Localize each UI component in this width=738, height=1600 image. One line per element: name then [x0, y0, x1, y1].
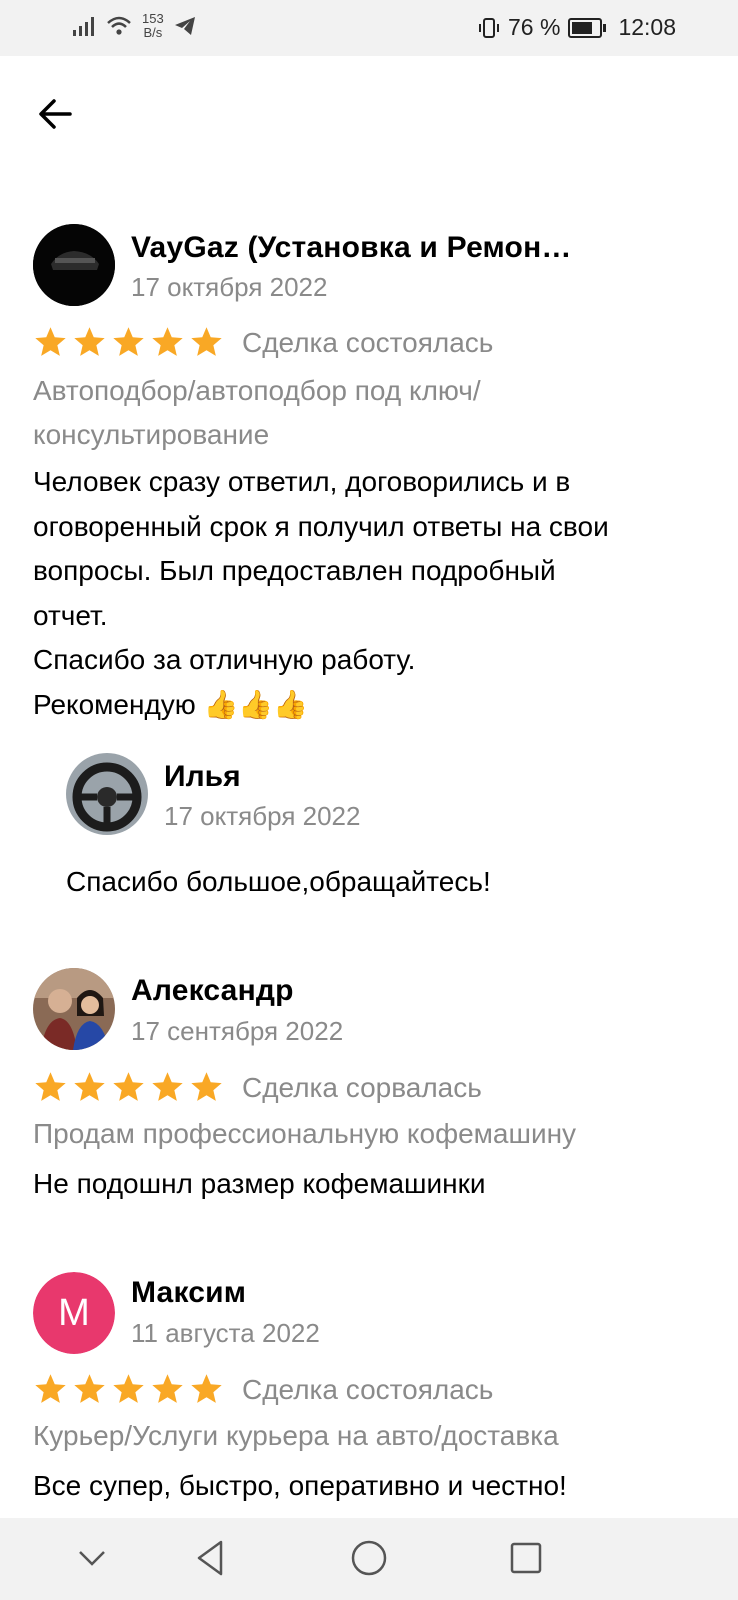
network-speed: 153 B/s	[142, 11, 164, 40]
review-text: Человек сразу ответил, договорились и в …	[33, 466, 609, 720]
recents-square-icon	[510, 1542, 542, 1574]
star-icon	[35, 327, 66, 356]
reply-text: Спасибо большое,обращайтесь!	[66, 866, 491, 897]
nav-home-button[interactable]	[347, 1536, 391, 1580]
star-icon	[74, 1072, 105, 1101]
star-icon	[152, 1374, 183, 1403]
nav-back-button[interactable]	[189, 1536, 233, 1580]
star-icon	[113, 1072, 144, 1101]
battery-icon	[568, 17, 607, 38]
hide-keyboard-button[interactable]	[70, 1536, 114, 1580]
deal-status: Сделка состоялась	[242, 326, 494, 358]
star-icon	[113, 1374, 144, 1403]
reply-avatar[interactable]	[66, 753, 148, 835]
vibrate-icon	[479, 17, 499, 38]
review-date: 17 сентября 2022	[131, 1016, 344, 1046]
review-category: Курьер/Услуги курьера на авто/доставка	[33, 1420, 559, 1451]
review-author: Александр	[131, 974, 294, 1007]
star-icon	[113, 327, 144, 356]
back-button[interactable]	[34, 92, 78, 136]
wifi-icon	[107, 16, 131, 35]
star-icon	[35, 1072, 66, 1101]
avatar-letter: М	[58, 1291, 90, 1334]
arrow-left-icon	[39, 99, 72, 129]
star-icon	[191, 1072, 222, 1101]
star-icon	[152, 1072, 183, 1101]
star-icon	[152, 327, 183, 356]
star-rating	[33, 1070, 224, 1105]
review-text: Все супер, быстро, оперативно и честно!	[33, 1470, 567, 1501]
review-author: VayGaz (Установка и Ремон…	[131, 231, 572, 264]
nav-recents-button[interactable]	[504, 1536, 548, 1580]
review-category: Продам профессиональную кофемашину	[33, 1118, 577, 1149]
battery-percent: 76 %	[508, 14, 561, 40]
clock: 12:08	[618, 14, 676, 40]
avatar[interactable]	[33, 224, 115, 306]
rating-row: Сделка сорвалась	[33, 1070, 482, 1105]
star-icon	[74, 327, 105, 356]
avatar[interactable]	[33, 968, 115, 1050]
signal-icon	[73, 17, 94, 36]
review-date: 17 октября 2022	[131, 272, 328, 302]
star-icon	[191, 1374, 222, 1403]
reply-author: Илья	[164, 760, 241, 793]
system-nav-bar	[0, 1518, 738, 1600]
telegram-icon	[174, 17, 195, 35]
star-icon	[35, 1374, 66, 1403]
avatar[interactable]: М	[33, 1272, 115, 1354]
star-icon	[191, 327, 222, 356]
star-icon	[74, 1374, 105, 1403]
review-author: Максим	[131, 1276, 247, 1309]
review-category: Автоподбор/автоподбор под ключ/ консульт…	[33, 375, 481, 450]
star-rating	[33, 1372, 224, 1407]
star-rating	[33, 325, 224, 360]
deal-status: Сделка состоялась	[242, 1373, 494, 1405]
rating-row: Сделка состоялась	[33, 1372, 493, 1407]
back-triangle-icon	[197, 1540, 223, 1576]
status-bar: 153 B/s 76 % 12:08	[0, 0, 738, 56]
review-date: 11 августа 2022	[131, 1318, 320, 1348]
chevron-down-icon	[79, 1551, 105, 1566]
rating-row: Сделка состоялась	[33, 325, 493, 360]
review-text: Не подошнл размер кофемашинки	[33, 1168, 486, 1199]
home-circle-icon	[351, 1540, 387, 1576]
reply-date: 17 октября 2022	[164, 801, 361, 831]
deal-status: Сделка сорвалась	[242, 1071, 482, 1103]
